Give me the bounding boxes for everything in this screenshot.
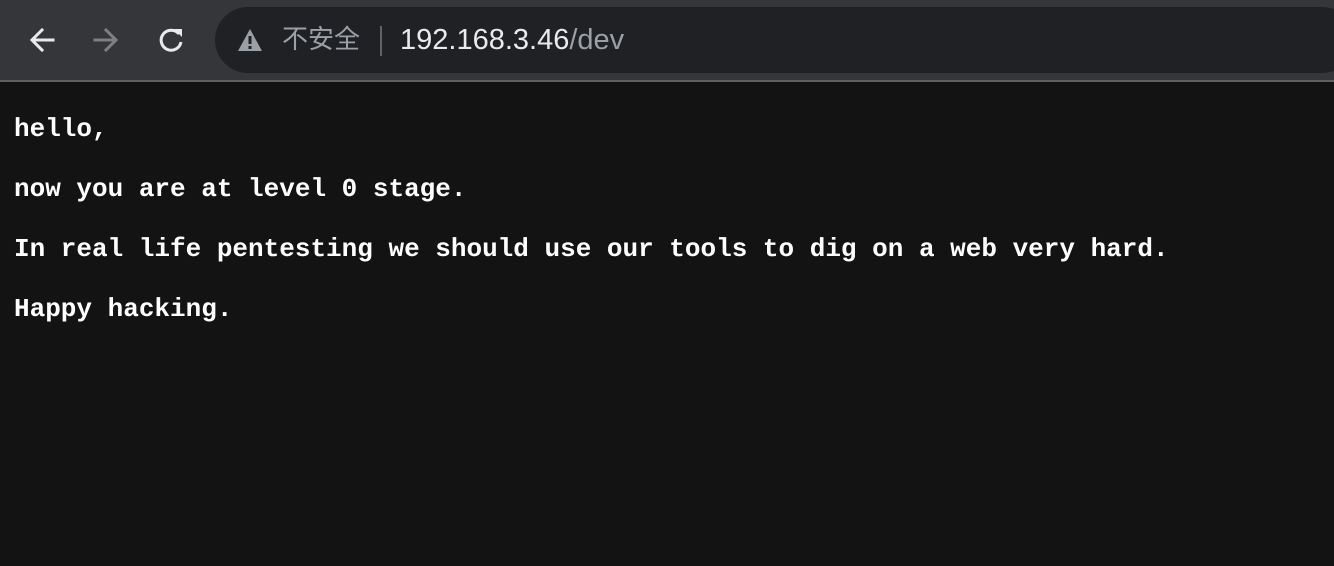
level-line: now you are at level 0 stage.: [14, 174, 467, 204]
url-path: /dev: [569, 24, 625, 56]
url-host: 192.168.3.46: [400, 24, 570, 56]
warning-triangle-icon[interactable]: [237, 28, 263, 52]
pentest-hint-line: In real life pentesting we should use ou…: [14, 234, 1169, 264]
arrow-right-icon: [93, 27, 119, 53]
greeting-line: hello,: [14, 114, 108, 144]
reload-button[interactable]: [151, 20, 191, 60]
reload-icon: [159, 28, 183, 52]
back-button[interactable]: [22, 20, 62, 60]
omnibox-divider: [380, 26, 382, 56]
arrow-left-icon: [29, 27, 55, 53]
address-bar[interactable]: 不安全 192.168.3.46/dev: [215, 7, 1334, 73]
browser-toolbar: 不安全 192.168.3.46/dev: [0, 0, 1334, 82]
url-text[interactable]: 192.168.3.46/dev: [400, 22, 624, 58]
forward-button[interactable]: [86, 20, 126, 60]
security-status-label[interactable]: 不安全: [282, 23, 360, 57]
closing-line: Happy hacking.: [14, 294, 233, 324]
page-content: hello, now you are at level 0 stage. In …: [0, 84, 1334, 566]
